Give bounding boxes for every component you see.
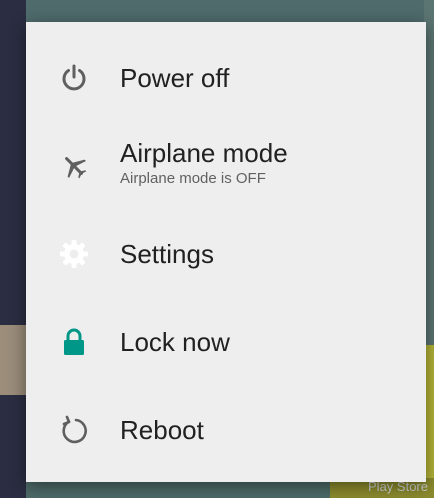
reboot-label: Reboot: [120, 415, 204, 445]
lock-now-option[interactable]: Lock now: [26, 298, 426, 386]
airplane-mode-status: Airplane mode is OFF: [120, 170, 266, 187]
lock-icon: [54, 322, 94, 362]
reboot-icon: [54, 410, 94, 450]
reboot-option[interactable]: Reboot: [26, 386, 426, 474]
settings-label: Settings: [120, 239, 214, 269]
airplane-mode-label: Airplane mode: [120, 138, 288, 168]
gear-icon: [54, 234, 94, 274]
settings-option[interactable]: Settings: [26, 210, 426, 298]
power-icon: [54, 58, 94, 98]
wallpaper-left-strip: [0, 0, 26, 498]
lock-now-label: Lock now: [120, 327, 230, 357]
power-menu-dialog: Power off Airplane mode Airplane mode is…: [26, 22, 426, 482]
airplane-icon: [54, 146, 94, 186]
airplane-mode-option[interactable]: Airplane mode Airplane mode is OFF: [26, 122, 426, 210]
wallpaper-image-fragment: [0, 325, 26, 395]
power-off-option[interactable]: Power off: [26, 34, 426, 122]
power-off-label: Power off: [120, 63, 230, 93]
